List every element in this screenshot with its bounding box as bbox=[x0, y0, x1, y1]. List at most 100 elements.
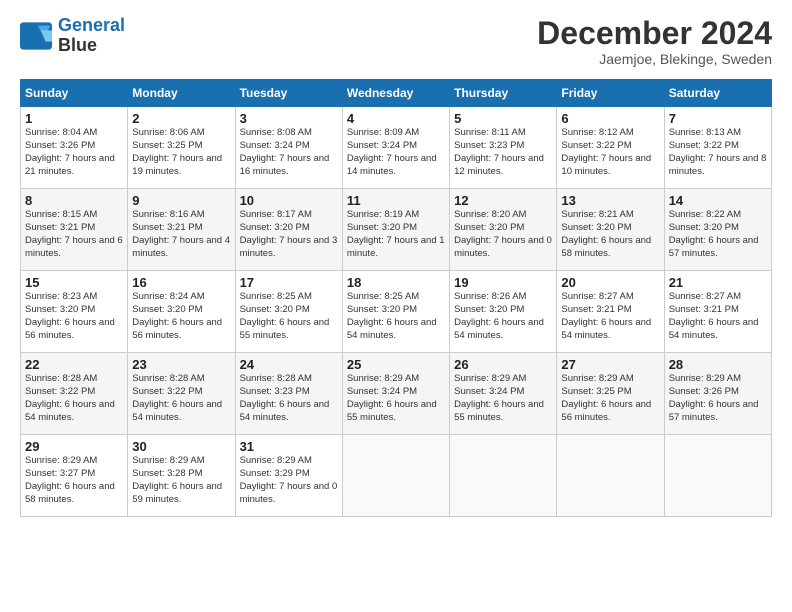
day-number: 18 bbox=[347, 275, 445, 290]
calendar-cell: 6 Sunrise: 8:12 AMSunset: 3:22 PMDayligh… bbox=[557, 107, 664, 189]
day-number: 5 bbox=[454, 111, 552, 126]
calendar-cell: 7 Sunrise: 8:13 AMSunset: 3:22 PMDayligh… bbox=[664, 107, 771, 189]
calendar-cell bbox=[450, 435, 557, 517]
cell-info: Sunrise: 8:09 AMSunset: 3:24 PMDaylight:… bbox=[347, 127, 445, 178]
calendar-cell: 21 Sunrise: 8:27 AMSunset: 3:21 PMDaylig… bbox=[664, 271, 771, 353]
cell-info: Sunrise: 8:06 AMSunset: 3:25 PMDaylight:… bbox=[132, 127, 230, 178]
day-number: 8 bbox=[25, 193, 123, 208]
calendar-cell: 27 Sunrise: 8:29 AMSunset: 3:25 PMDaylig… bbox=[557, 353, 664, 435]
col-saturday: Saturday bbox=[664, 80, 771, 107]
cell-info: Sunrise: 8:29 AMSunset: 3:27 PMDaylight:… bbox=[25, 455, 123, 506]
day-number: 31 bbox=[240, 439, 338, 454]
day-number: 26 bbox=[454, 357, 552, 372]
day-number: 20 bbox=[561, 275, 659, 290]
day-number: 29 bbox=[25, 439, 123, 454]
calendar-cell: 5 Sunrise: 8:11 AMSunset: 3:23 PMDayligh… bbox=[450, 107, 557, 189]
cell-info: Sunrise: 8:29 AMSunset: 3:24 PMDaylight:… bbox=[347, 373, 445, 424]
day-number: 24 bbox=[240, 357, 338, 372]
cell-info: Sunrise: 8:27 AMSunset: 3:21 PMDaylight:… bbox=[669, 291, 767, 342]
day-number: 19 bbox=[454, 275, 552, 290]
calendar-cell bbox=[342, 435, 449, 517]
calendar-cell: 30 Sunrise: 8:29 AMSunset: 3:28 PMDaylig… bbox=[128, 435, 235, 517]
calendar-cell: 15 Sunrise: 8:23 AMSunset: 3:20 PMDaylig… bbox=[21, 271, 128, 353]
cell-info: Sunrise: 8:20 AMSunset: 3:20 PMDaylight:… bbox=[454, 209, 552, 260]
cell-info: Sunrise: 8:24 AMSunset: 3:20 PMDaylight:… bbox=[132, 291, 230, 342]
calendar-week-5: 29 Sunrise: 8:29 AMSunset: 3:27 PMDaylig… bbox=[21, 435, 772, 517]
cell-info: Sunrise: 8:16 AMSunset: 3:21 PMDaylight:… bbox=[132, 209, 230, 260]
cell-info: Sunrise: 8:29 AMSunset: 3:24 PMDaylight:… bbox=[454, 373, 552, 424]
calendar-body: 1 Sunrise: 8:04 AMSunset: 3:26 PMDayligh… bbox=[21, 107, 772, 517]
cell-info: Sunrise: 8:26 AMSunset: 3:20 PMDaylight:… bbox=[454, 291, 552, 342]
header: General Blue December 2024 Jaemjoe, Blek… bbox=[20, 16, 772, 67]
day-number: 11 bbox=[347, 193, 445, 208]
calendar-cell: 17 Sunrise: 8:25 AMSunset: 3:20 PMDaylig… bbox=[235, 271, 342, 353]
page: General Blue December 2024 Jaemjoe, Blek… bbox=[0, 0, 792, 527]
location-subtitle: Jaemjoe, Blekinge, Sweden bbox=[537, 51, 772, 67]
day-number: 14 bbox=[669, 193, 767, 208]
calendar-week-4: 22 Sunrise: 8:28 AMSunset: 3:22 PMDaylig… bbox=[21, 353, 772, 435]
cell-info: Sunrise: 8:12 AMSunset: 3:22 PMDaylight:… bbox=[561, 127, 659, 178]
cell-info: Sunrise: 8:28 AMSunset: 3:22 PMDaylight:… bbox=[132, 373, 230, 424]
cell-info: Sunrise: 8:29 AMSunset: 3:29 PMDaylight:… bbox=[240, 455, 338, 506]
day-number: 9 bbox=[132, 193, 230, 208]
calendar-cell: 4 Sunrise: 8:09 AMSunset: 3:24 PMDayligh… bbox=[342, 107, 449, 189]
calendar-cell: 3 Sunrise: 8:08 AMSunset: 3:24 PMDayligh… bbox=[235, 107, 342, 189]
day-number: 12 bbox=[454, 193, 552, 208]
cell-info: Sunrise: 8:29 AMSunset: 3:25 PMDaylight:… bbox=[561, 373, 659, 424]
calendar-cell: 25 Sunrise: 8:29 AMSunset: 3:24 PMDaylig… bbox=[342, 353, 449, 435]
cell-info: Sunrise: 8:11 AMSunset: 3:23 PMDaylight:… bbox=[454, 127, 552, 178]
cell-info: Sunrise: 8:25 AMSunset: 3:20 PMDaylight:… bbox=[240, 291, 338, 342]
calendar-cell: 9 Sunrise: 8:16 AMSunset: 3:21 PMDayligh… bbox=[128, 189, 235, 271]
day-number: 2 bbox=[132, 111, 230, 126]
cell-info: Sunrise: 8:13 AMSunset: 3:22 PMDaylight:… bbox=[669, 127, 767, 178]
cell-info: Sunrise: 8:27 AMSunset: 3:21 PMDaylight:… bbox=[561, 291, 659, 342]
calendar-table: Sunday Monday Tuesday Wednesday Thursday… bbox=[20, 79, 772, 517]
day-number: 6 bbox=[561, 111, 659, 126]
col-tuesday: Tuesday bbox=[235, 80, 342, 107]
col-sunday: Sunday bbox=[21, 80, 128, 107]
cell-info: Sunrise: 8:04 AMSunset: 3:26 PMDaylight:… bbox=[25, 127, 123, 178]
day-number: 7 bbox=[669, 111, 767, 126]
cell-info: Sunrise: 8:29 AMSunset: 3:28 PMDaylight:… bbox=[132, 455, 230, 506]
cell-info: Sunrise: 8:21 AMSunset: 3:20 PMDaylight:… bbox=[561, 209, 659, 260]
calendar-cell: 16 Sunrise: 8:24 AMSunset: 3:20 PMDaylig… bbox=[128, 271, 235, 353]
col-friday: Friday bbox=[557, 80, 664, 107]
month-title: December 2024 bbox=[537, 16, 772, 51]
cell-info: Sunrise: 8:28 AMSunset: 3:23 PMDaylight:… bbox=[240, 373, 338, 424]
calendar-week-2: 8 Sunrise: 8:15 AMSunset: 3:21 PMDayligh… bbox=[21, 189, 772, 271]
day-number: 28 bbox=[669, 357, 767, 372]
cell-info: Sunrise: 8:23 AMSunset: 3:20 PMDaylight:… bbox=[25, 291, 123, 342]
title-block: December 2024 Jaemjoe, Blekinge, Sweden bbox=[537, 16, 772, 67]
calendar-cell: 1 Sunrise: 8:04 AMSunset: 3:26 PMDayligh… bbox=[21, 107, 128, 189]
logo-icon bbox=[20, 22, 52, 50]
cell-info: Sunrise: 8:17 AMSunset: 3:20 PMDaylight:… bbox=[240, 209, 338, 260]
calendar-week-3: 15 Sunrise: 8:23 AMSunset: 3:20 PMDaylig… bbox=[21, 271, 772, 353]
calendar-cell: 2 Sunrise: 8:06 AMSunset: 3:25 PMDayligh… bbox=[128, 107, 235, 189]
calendar-cell: 19 Sunrise: 8:26 AMSunset: 3:20 PMDaylig… bbox=[450, 271, 557, 353]
calendar-cell: 13 Sunrise: 8:21 AMSunset: 3:20 PMDaylig… bbox=[557, 189, 664, 271]
calendar-cell: 22 Sunrise: 8:28 AMSunset: 3:22 PMDaylig… bbox=[21, 353, 128, 435]
calendar-cell: 26 Sunrise: 8:29 AMSunset: 3:24 PMDaylig… bbox=[450, 353, 557, 435]
day-number: 13 bbox=[561, 193, 659, 208]
day-number: 16 bbox=[132, 275, 230, 290]
calendar-cell: 31 Sunrise: 8:29 AMSunset: 3:29 PMDaylig… bbox=[235, 435, 342, 517]
day-number: 4 bbox=[347, 111, 445, 126]
calendar-cell: 18 Sunrise: 8:25 AMSunset: 3:20 PMDaylig… bbox=[342, 271, 449, 353]
logo: General Blue bbox=[20, 16, 125, 56]
cell-info: Sunrise: 8:08 AMSunset: 3:24 PMDaylight:… bbox=[240, 127, 338, 178]
col-monday: Monday bbox=[128, 80, 235, 107]
cell-info: Sunrise: 8:29 AMSunset: 3:26 PMDaylight:… bbox=[669, 373, 767, 424]
cell-info: Sunrise: 8:15 AMSunset: 3:21 PMDaylight:… bbox=[25, 209, 123, 260]
day-number: 15 bbox=[25, 275, 123, 290]
calendar-week-1: 1 Sunrise: 8:04 AMSunset: 3:26 PMDayligh… bbox=[21, 107, 772, 189]
day-number: 17 bbox=[240, 275, 338, 290]
day-number: 22 bbox=[25, 357, 123, 372]
calendar-cell: 8 Sunrise: 8:15 AMSunset: 3:21 PMDayligh… bbox=[21, 189, 128, 271]
day-number: 30 bbox=[132, 439, 230, 454]
cell-info: Sunrise: 8:19 AMSunset: 3:20 PMDaylight:… bbox=[347, 209, 445, 260]
calendar-cell: 20 Sunrise: 8:27 AMSunset: 3:21 PMDaylig… bbox=[557, 271, 664, 353]
calendar-cell: 23 Sunrise: 8:28 AMSunset: 3:22 PMDaylig… bbox=[128, 353, 235, 435]
calendar-cell: 10 Sunrise: 8:17 AMSunset: 3:20 PMDaylig… bbox=[235, 189, 342, 271]
calendar-cell bbox=[557, 435, 664, 517]
col-wednesday: Wednesday bbox=[342, 80, 449, 107]
